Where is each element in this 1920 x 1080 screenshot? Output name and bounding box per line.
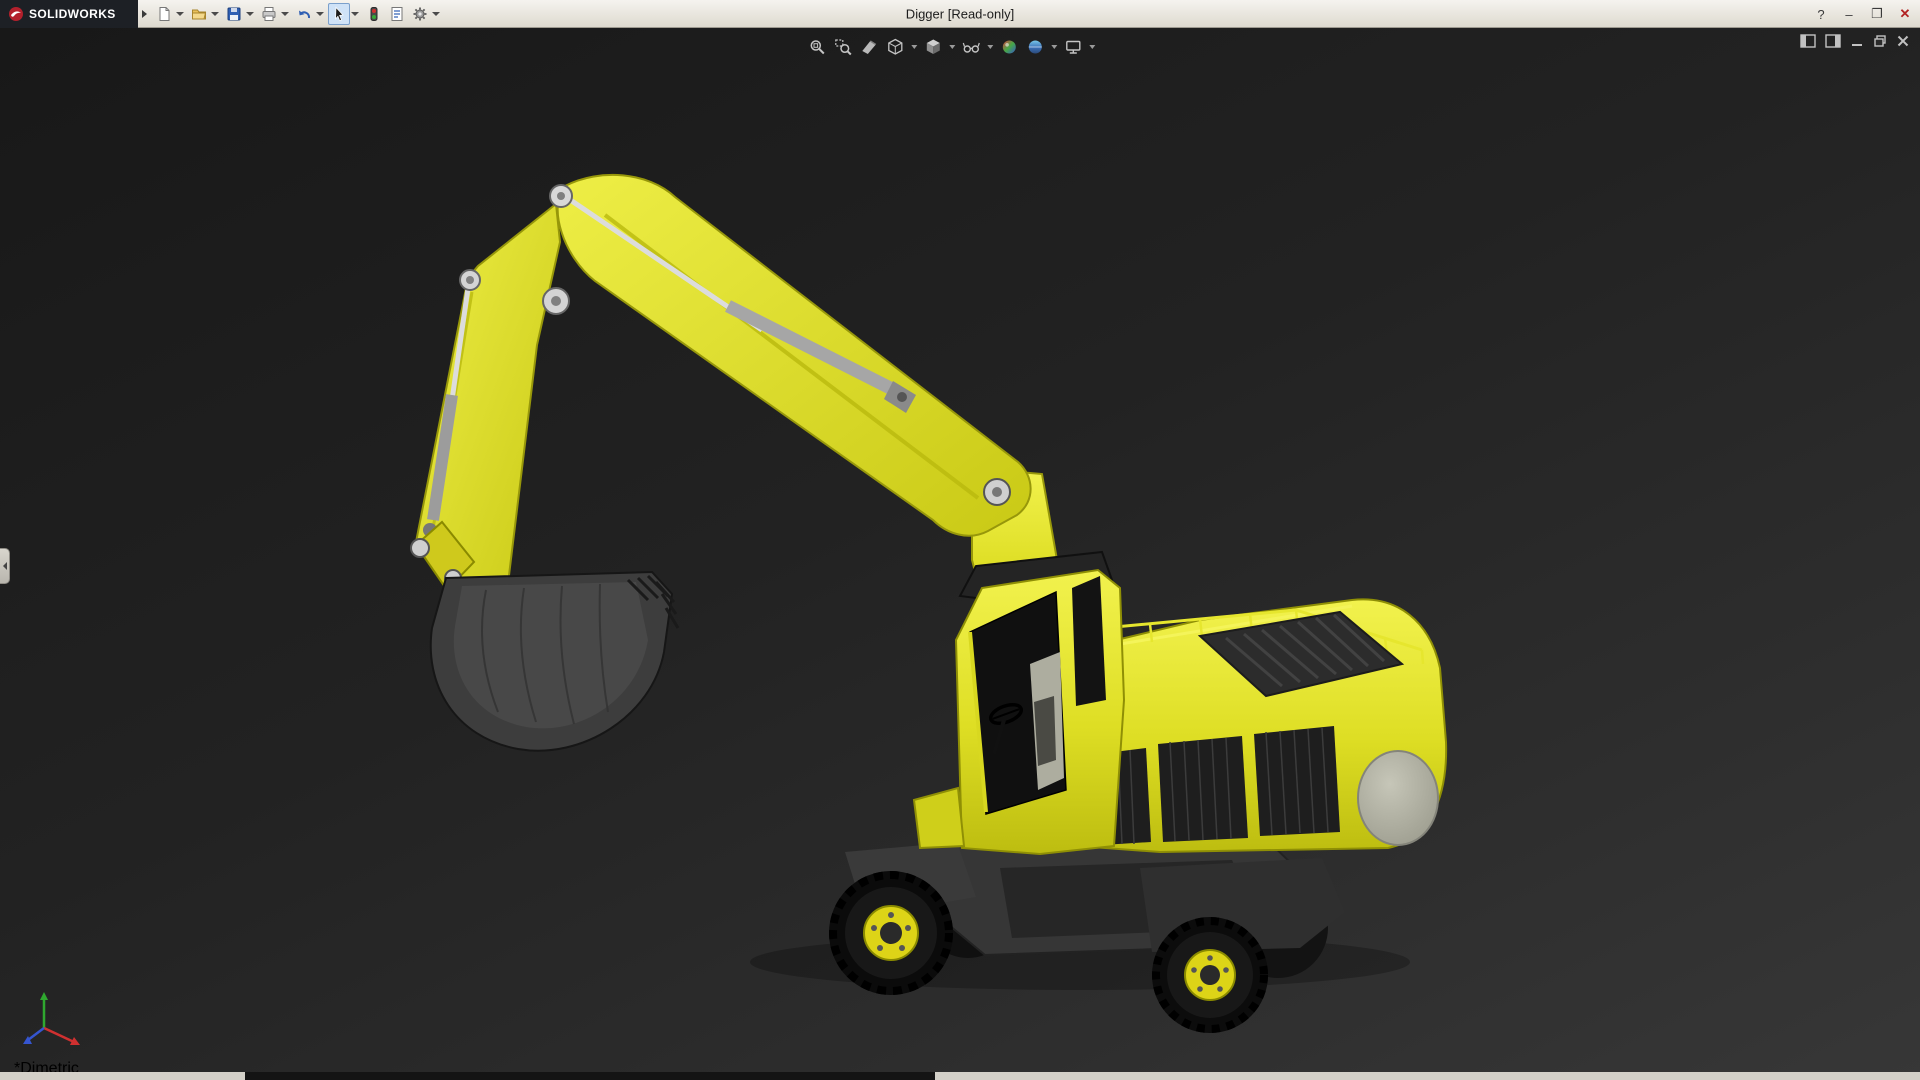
- select-button[interactable]: [328, 3, 350, 25]
- display-style-icon: [924, 38, 942, 56]
- featuremanager-toggle-icon[interactable]: [1800, 34, 1816, 48]
- apply-scene-button[interactable]: [1024, 36, 1046, 58]
- window-controls: ? – ❐ ✕: [1812, 0, 1914, 28]
- zoom-to-area-icon: [834, 38, 852, 56]
- close-document-icon[interactable]: [1896, 34, 1910, 48]
- print-dropdown-icon[interactable]: [281, 12, 289, 16]
- view-settings-icon: [1064, 38, 1082, 56]
- apply-scene-sphere-icon: [1026, 38, 1044, 56]
- menu-expand-arrow-icon[interactable]: [142, 10, 147, 18]
- standard-toolbar: [153, 3, 443, 25]
- undo-button[interactable]: [293, 3, 315, 25]
- help-button[interactable]: ?: [1812, 7, 1830, 22]
- save-dropdown-icon[interactable]: [246, 12, 254, 16]
- excavator-model[interactable]: [0, 28, 1920, 1080]
- new-document-icon: [156, 6, 172, 22]
- open-dropdown-icon[interactable]: [211, 12, 219, 16]
- options-gear-icon: [412, 6, 428, 22]
- document-title: Digger [Read-only]: [906, 6, 1014, 21]
- hide-show-dropdown-icon[interactable]: [987, 45, 993, 49]
- print-icon: [261, 6, 277, 22]
- edit-appearance-sphere-icon: [1000, 38, 1018, 56]
- save-button[interactable]: [223, 3, 245, 25]
- options-dropdown-icon[interactable]: [432, 12, 440, 16]
- section-view-icon: [860, 38, 878, 56]
- restore-button[interactable]: ❐: [1868, 6, 1886, 22]
- file-properties-button[interactable]: [386, 3, 408, 25]
- brand-label: SOLIDWORKS: [29, 7, 116, 21]
- featuremanager-collapse-tab[interactable]: [0, 548, 10, 584]
- select-dropdown-icon[interactable]: [351, 12, 359, 16]
- view-orientation-cube-icon: [886, 38, 904, 56]
- zoom-to-fit-button[interactable]: [806, 36, 828, 58]
- restore-document-icon[interactable]: [1873, 34, 1887, 48]
- graphics-viewport[interactable]: *Dimetric: [0, 28, 1920, 1080]
- view-settings-button[interactable]: [1062, 36, 1084, 58]
- document-window-controls: [1800, 34, 1910, 48]
- hide-show-items-button[interactable]: [960, 36, 982, 58]
- zoom-to-area-button[interactable]: [832, 36, 854, 58]
- section-view-button[interactable]: [858, 36, 880, 58]
- task-pane-toggle-icon[interactable]: [1825, 34, 1841, 48]
- hide-show-glasses-icon: [962, 38, 980, 56]
- close-button[interactable]: ✕: [1896, 6, 1914, 22]
- view-orientation-button[interactable]: [884, 36, 906, 58]
- new-dropdown-icon[interactable]: [176, 12, 184, 16]
- status-strip: [0, 1072, 1920, 1080]
- edit-appearance-button[interactable]: [998, 36, 1020, 58]
- select-cursor-icon: [331, 6, 347, 22]
- minimize-document-icon[interactable]: [1850, 34, 1864, 48]
- zoom-to-fit-icon: [808, 38, 826, 56]
- rebuild-trafficlight-icon: [366, 6, 382, 22]
- display-style-button[interactable]: [922, 36, 944, 58]
- undo-icon: [296, 6, 312, 22]
- display-style-dropdown-icon[interactable]: [949, 45, 955, 49]
- print-button[interactable]: [258, 3, 280, 25]
- new-document-button[interactable]: [153, 3, 175, 25]
- undo-dropdown-icon[interactable]: [316, 12, 324, 16]
- headsup-view-toolbar: [806, 36, 1096, 58]
- options-button[interactable]: [409, 3, 431, 25]
- menu-bar: SOLIDWORKS: [0, 0, 1920, 28]
- view-settings-dropdown-icon[interactable]: [1089, 45, 1095, 49]
- view-orientation-dropdown-icon[interactable]: [911, 45, 917, 49]
- ds-logo-icon: [8, 6, 24, 22]
- taskbar-strip: [245, 1072, 935, 1080]
- save-floppy-icon: [226, 6, 242, 22]
- solidworks-logo[interactable]: SOLIDWORKS: [0, 0, 138, 28]
- open-folder-icon: [191, 6, 207, 22]
- minimize-button[interactable]: –: [1840, 7, 1858, 22]
- file-properties-icon: [389, 6, 405, 22]
- open-button[interactable]: [188, 3, 210, 25]
- rebuild-button[interactable]: [363, 3, 385, 25]
- apply-scene-dropdown-icon[interactable]: [1051, 45, 1057, 49]
- orientation-triad: [20, 988, 90, 1050]
- collapse-arrow-icon: [3, 562, 7, 570]
